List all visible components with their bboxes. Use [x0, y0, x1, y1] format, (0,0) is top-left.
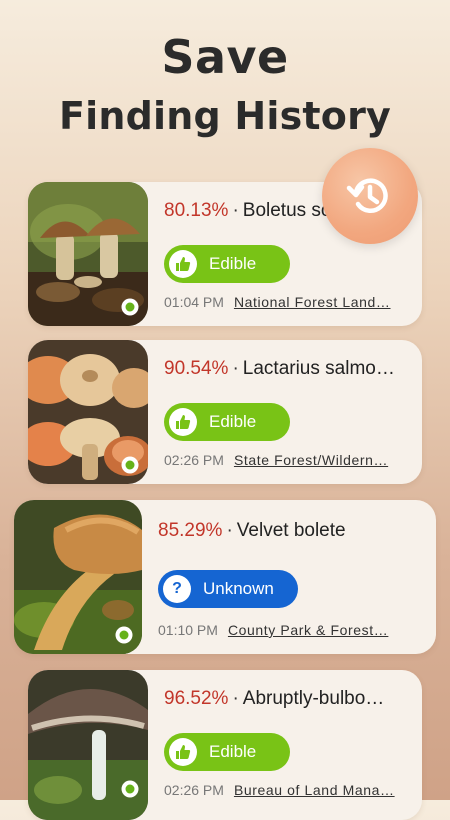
result-meta: 01:04 PM National Forest Land… [164, 294, 408, 310]
edibility-label: Edible [209, 412, 257, 431]
timestamp: 01:04 PM [164, 294, 224, 310]
location-pin-icon [121, 780, 139, 798]
result-meta: 01:10 PM County Park & Forest… [158, 622, 422, 638]
history-card[interactable]: 85.29% · Velvet bolete ? Unknown 01:10 PM C… [14, 500, 436, 654]
mushroom-photo [28, 182, 148, 326]
species-name: Velvet bolete [236, 520, 346, 541]
confidence-percent: 96.52% [164, 688, 229, 709]
location-link[interactable]: County Park & Forest… [228, 622, 388, 638]
separator: · [232, 688, 239, 709]
history-card[interactable]: 90.54% · Lactarius salmo… Edible 02:26 PM S… [28, 340, 422, 484]
species-name: Boletus so [242, 200, 332, 221]
edibility-label: Edible [209, 254, 257, 273]
species-name: Lactarius salmo… [242, 358, 395, 379]
history-icon [346, 178, 388, 213]
separator: · [232, 358, 239, 379]
location-link[interactable]: State Forest/Wildern… [234, 452, 388, 468]
result-meta: 02:26 PM State Forest/Wildern… [164, 452, 408, 468]
mushroom-photo [28, 340, 148, 484]
thumbs-up-icon [169, 250, 197, 278]
thumbs-up-icon [169, 738, 197, 766]
location-pin-icon [121, 456, 139, 474]
timestamp: 02:26 PM [164, 782, 224, 798]
question-icon: ? [163, 575, 191, 603]
location-link[interactable]: National Forest Land… [234, 294, 391, 310]
result-meta: 02:26 PM Bureau of Land Mana… [164, 782, 408, 798]
page-title: Save [161, 30, 289, 84]
species-name: Abruptly-bulbo… [242, 688, 385, 709]
confidence-percent: 80.13% [164, 200, 229, 221]
location-link[interactable]: Bureau of Land Mana… [234, 782, 395, 798]
result-title: 90.54% · Lactarius salmo… [164, 358, 410, 380]
separator: · [232, 200, 239, 221]
edibility-badge: ? Unknown [158, 570, 298, 608]
location-pin-icon [121, 298, 139, 316]
mushroom-photo [28, 670, 148, 820]
mushroom-photo [14, 500, 142, 654]
separator: · [226, 520, 233, 541]
confidence-percent: 85.29% [158, 520, 223, 541]
edibility-badge: Edible [164, 403, 290, 441]
result-title: 85.29% · Velvet bolete [158, 520, 424, 542]
edibility-badge: Edible [164, 733, 290, 771]
location-pin-icon [115, 626, 133, 644]
history-button[interactable] [322, 148, 418, 244]
timestamp: 01:10 PM [158, 622, 218, 638]
edibility-label: Edible [209, 742, 257, 761]
history-card[interactable]: 96.52% · Abruptly-bulbo… Edible 02:26 PM Bu… [28, 670, 422, 820]
edibility-label: Unknown [203, 579, 274, 598]
timestamp: 02:26 PM [164, 452, 224, 468]
result-title: 96.52% · Abruptly-bulbo… [164, 688, 410, 710]
thumbs-up-icon [169, 408, 197, 436]
page-subtitle: Finding History [59, 94, 391, 138]
edibility-badge: Edible [164, 245, 290, 283]
confidence-percent: 90.54% [164, 358, 229, 379]
